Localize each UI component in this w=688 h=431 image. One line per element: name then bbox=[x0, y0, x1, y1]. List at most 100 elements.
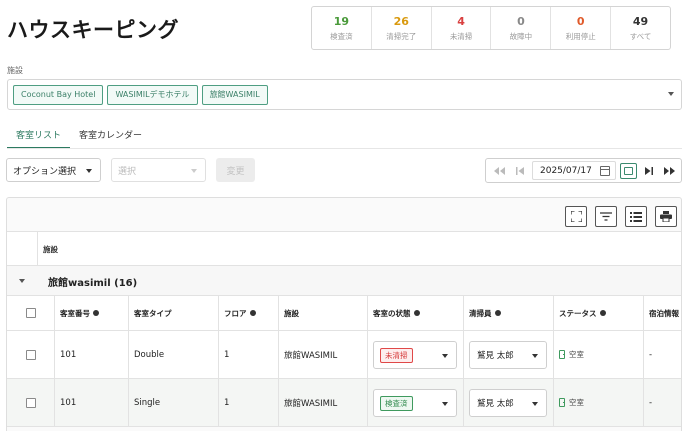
table-row[interactable]: 101 Double 1 旅館WASIMIL 未清掃 鷲見 太郎 空室 - bbox=[7, 331, 681, 379]
status-cell: 空室 bbox=[553, 379, 643, 426]
col-stay-info[interactable]: 宿泊情報 bbox=[643, 296, 681, 330]
row-checkbox[interactable] bbox=[25, 349, 36, 360]
view-tabs: 客室リスト 客室カレンダー bbox=[7, 123, 151, 149]
info-icon[interactable] bbox=[599, 310, 606, 316]
vacancy-status: 空室 bbox=[559, 349, 584, 360]
col-room-state[interactable]: 客室の状態 bbox=[367, 296, 463, 330]
room-table-panel: 施設 旅館wasimil (16) 客室番号 客室タイプ フロア 施設 客室の状… bbox=[6, 197, 682, 431]
room-state-badge: 検査済 bbox=[380, 396, 413, 411]
col-floor[interactable]: フロア bbox=[218, 296, 278, 330]
stay-info-cell: - bbox=[649, 397, 653, 408]
status-value: 空室 bbox=[569, 398, 584, 407]
facility-multiselect[interactable]: Coconut Bay Hotel WASIMILデモホテル 旅館WASIMIL bbox=[7, 79, 682, 110]
printer-icon bbox=[660, 211, 672, 222]
room-number-cell: 101 bbox=[60, 397, 77, 408]
calendar-icon bbox=[600, 166, 610, 176]
stat-inspected[interactable]: 19 検査済 bbox=[312, 7, 372, 49]
info-icon[interactable] bbox=[413, 310, 420, 316]
cleaner-value: 鷲見 太郎 bbox=[477, 351, 514, 361]
col-label: フロア bbox=[224, 308, 247, 318]
step-back-icon bbox=[516, 166, 524, 175]
room-number-cell: 101 bbox=[60, 349, 77, 360]
facility-group-row[interactable]: 旅館wasimil (16) bbox=[7, 266, 681, 296]
chevron-down-icon bbox=[442, 402, 448, 406]
stat-value: 49 bbox=[632, 15, 649, 28]
next-day-button[interactable] bbox=[639, 159, 659, 182]
room-type-cell: Double bbox=[134, 349, 165, 360]
stat-uncleaned[interactable]: 4 未清掃 bbox=[432, 7, 492, 49]
group-name: 旅館wasimil (16) bbox=[48, 278, 138, 289]
cleaner-select[interactable]: 鷲見 太郎 bbox=[469, 389, 547, 417]
tab-room-calendar[interactable]: 客室カレンダー bbox=[70, 123, 151, 149]
door-icon bbox=[559, 350, 565, 359]
date-input[interactable]: 2025/07/17 bbox=[532, 161, 616, 180]
table-row[interactable]: 101 Single 1 旅館WASIMIL 検査済 鷲見 太郎 空室 - bbox=[7, 379, 681, 427]
prev-week-button[interactable] bbox=[489, 159, 509, 182]
col-facility[interactable]: 施設 bbox=[278, 296, 367, 330]
stat-label: 未清掃 bbox=[449, 32, 473, 41]
info-icon[interactable] bbox=[249, 310, 256, 316]
tabs-divider bbox=[7, 148, 682, 149]
list-icon bbox=[630, 211, 642, 222]
column-divider bbox=[463, 331, 464, 378]
room-type-cell: Single bbox=[134, 397, 161, 408]
col-status[interactable]: ステータス bbox=[553, 296, 643, 330]
col-room-type[interactable]: 客室タイプ bbox=[128, 296, 218, 330]
stat-cleaned[interactable]: 26 清掃完了 bbox=[372, 7, 432, 49]
stat-all[interactable]: 49 すべて bbox=[611, 7, 670, 49]
fullscreen-icon bbox=[570, 211, 582, 222]
print-button[interactable] bbox=[655, 206, 677, 227]
chevron-down-icon bbox=[86, 169, 92, 173]
facility-label: 施設 bbox=[7, 66, 23, 75]
column-list-button[interactable] bbox=[625, 206, 647, 227]
info-icon[interactable] bbox=[93, 310, 99, 316]
col-room-number[interactable]: 客室番号 bbox=[54, 296, 128, 330]
select-all-checkbox[interactable] bbox=[25, 308, 36, 318]
step-forward-icon bbox=[645, 166, 653, 175]
date-navigator: 2025/07/17 bbox=[485, 158, 682, 183]
stat-suspended[interactable]: 0 利用停止 bbox=[551, 7, 612, 49]
facility-chip[interactable]: 旅館WASIMIL bbox=[201, 84, 268, 105]
facility-chip[interactable]: Coconut Bay Hotel bbox=[13, 84, 104, 105]
calendar-today-icon bbox=[624, 167, 633, 175]
floor-cell: 1 bbox=[224, 349, 230, 360]
door-icon bbox=[559, 398, 565, 407]
prev-day-button[interactable] bbox=[510, 159, 530, 182]
table-header-row: 客室番号 客室タイプ フロア 施設 客室の状態 清掃員 ステータス 宿泊情報 bbox=[7, 296, 681, 331]
stat-value: 19 bbox=[333, 15, 350, 28]
col-label: 宿泊情報 bbox=[649, 308, 679, 318]
next-week-button[interactable] bbox=[659, 159, 679, 182]
stat-value: 0 bbox=[576, 15, 585, 28]
filter-button[interactable] bbox=[595, 206, 617, 227]
floor-cell: 1 bbox=[224, 397, 230, 408]
tab-room-list[interactable]: 客室リスト bbox=[7, 123, 71, 149]
option-select-value: オプション選択 bbox=[13, 166, 77, 177]
chevron-down-icon bbox=[442, 354, 448, 358]
col-label: 客室番号 bbox=[60, 308, 90, 318]
col-cleaner[interactable]: 清掃員 bbox=[463, 296, 553, 330]
cleaner-select[interactable]: 鷲見 太郎 bbox=[469, 341, 547, 369]
row-checkbox[interactable] bbox=[25, 397, 36, 408]
today-button[interactable] bbox=[620, 163, 637, 179]
stats-bar: 19 検査済 26 清掃完了 4 未清掃 0 故障中 0 利用停止 49 すべて bbox=[311, 6, 671, 50]
status-value: 空室 bbox=[569, 350, 584, 359]
facility-chip[interactable]: WASIMILデモホテル bbox=[107, 84, 198, 105]
info-icon[interactable] bbox=[494, 310, 501, 316]
fullscreen-button[interactable] bbox=[565, 206, 587, 227]
row-select-cell bbox=[7, 379, 54, 426]
room-state-select[interactable]: 未清掃 bbox=[373, 341, 457, 369]
chevron-down-icon[interactable] bbox=[668, 92, 674, 96]
choice-select-placeholder: 選択 bbox=[118, 166, 137, 177]
stat-out-of-order[interactable]: 0 故障中 bbox=[491, 7, 552, 49]
double-chevron-right-icon bbox=[663, 166, 675, 175]
option-select[interactable]: オプション選択 bbox=[6, 158, 101, 182]
collapse-caret-icon[interactable] bbox=[19, 279, 25, 283]
stat-value: 0 bbox=[517, 15, 525, 28]
room-state-badge: 未清掃 bbox=[380, 348, 413, 363]
choice-select[interactable]: 選択 bbox=[111, 158, 206, 182]
column-divider bbox=[367, 379, 368, 426]
row-select-cell bbox=[7, 331, 54, 378]
room-state-select[interactable]: 検査済 bbox=[373, 389, 457, 417]
status-cell: 空室 bbox=[553, 331, 643, 378]
change-button[interactable]: 変更 bbox=[216, 158, 255, 182]
